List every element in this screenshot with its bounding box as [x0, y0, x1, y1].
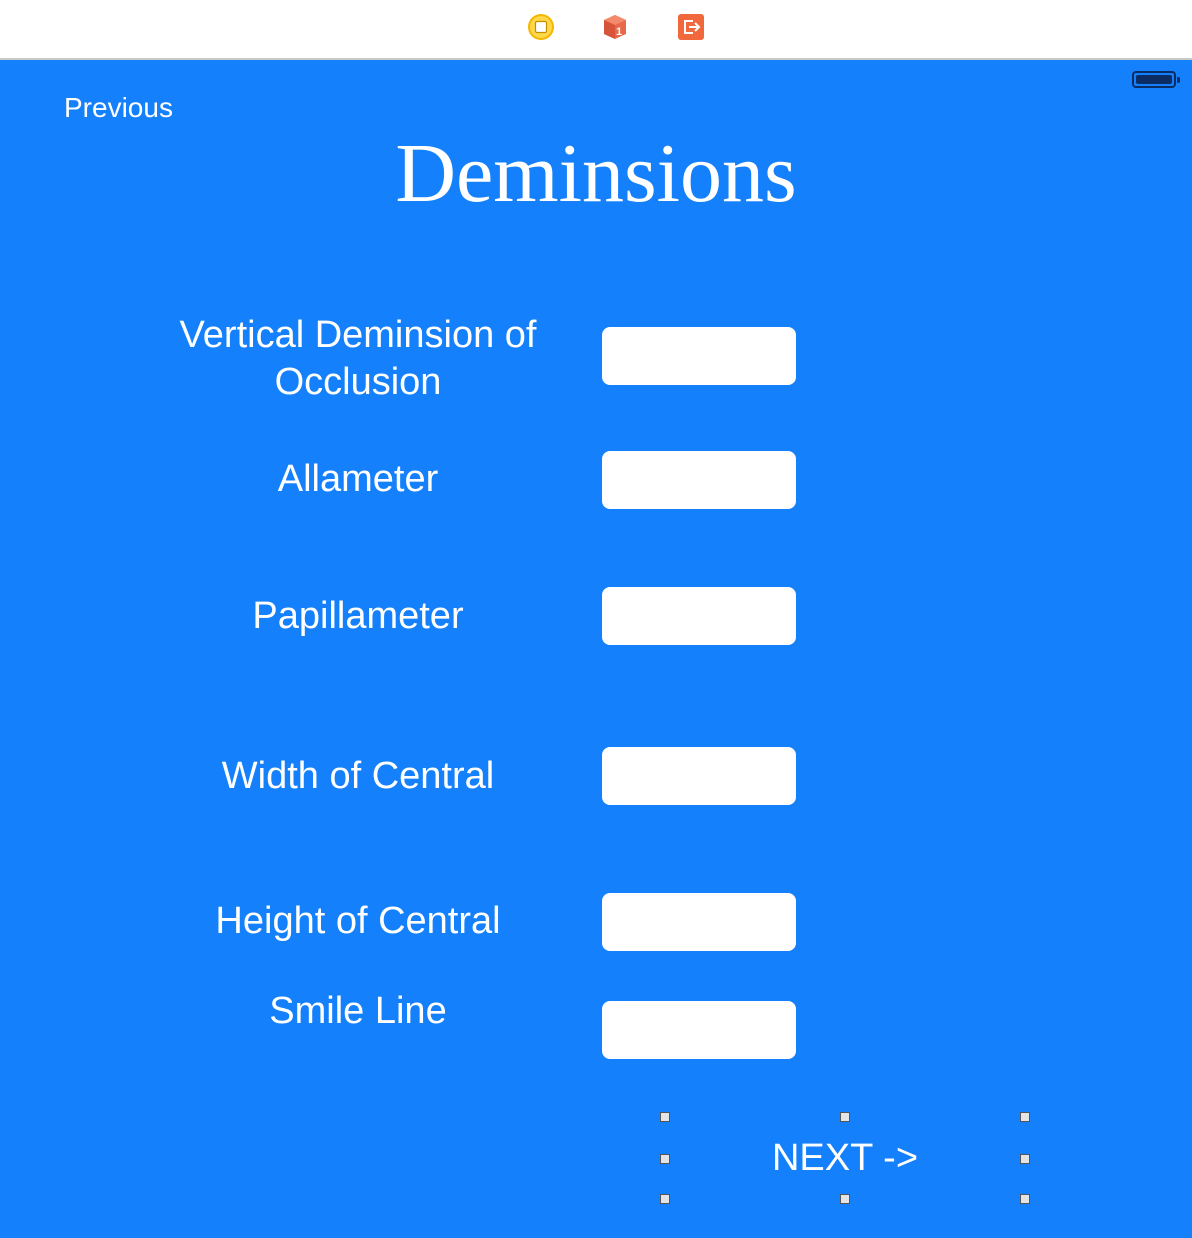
battery-icon: [1132, 71, 1180, 88]
resize-handle-right[interactable]: [1020, 1154, 1030, 1164]
resize-handle-bottom-left[interactable]: [660, 1194, 670, 1204]
height-of-central-field[interactable]: [602, 893, 796, 951]
width-of-central-field[interactable]: [602, 747, 796, 805]
view-controller-icon[interactable]: [527, 13, 555, 41]
vertical-dimension-field[interactable]: [602, 327, 796, 385]
vertical-dimension-label: Vertical Deminsion of Occlusion: [179, 314, 537, 403]
next-button[interactable]: NEXT ->: [665, 1117, 1025, 1199]
previous-button[interactable]: Previous: [64, 92, 173, 124]
page-title: Deminsions: [395, 127, 797, 220]
width-of-central-label: Width of Central: [221, 755, 495, 797]
resize-handle-left[interactable]: [660, 1154, 670, 1164]
resize-handle-bottom[interactable]: [840, 1194, 850, 1204]
resize-handle-top[interactable]: [840, 1112, 850, 1122]
exit-icon[interactable]: [677, 13, 705, 41]
first-responder-badge: 1: [616, 26, 622, 38]
resize-handle-bottom-right[interactable]: [1020, 1194, 1030, 1204]
resize-handle-top-left[interactable]: [660, 1112, 670, 1122]
storyboard-canvas: Previous Deminsions Vertical Deminsion o…: [0, 60, 1192, 1238]
resize-handle-top-right[interactable]: [1020, 1112, 1030, 1122]
smile-line-label: Smile Line: [269, 990, 447, 1032]
allameter-field[interactable]: [602, 451, 796, 509]
smile-line-field[interactable]: [602, 1001, 796, 1059]
scene-dock: 1: [0, 0, 1192, 60]
papillameter-field[interactable]: [602, 587, 796, 645]
first-responder-icon[interactable]: 1: [601, 13, 629, 41]
papillameter-label: Papillameter: [252, 595, 464, 637]
allameter-label: Allameter: [277, 458, 439, 500]
height-of-central-label: Height of Central: [215, 900, 501, 942]
